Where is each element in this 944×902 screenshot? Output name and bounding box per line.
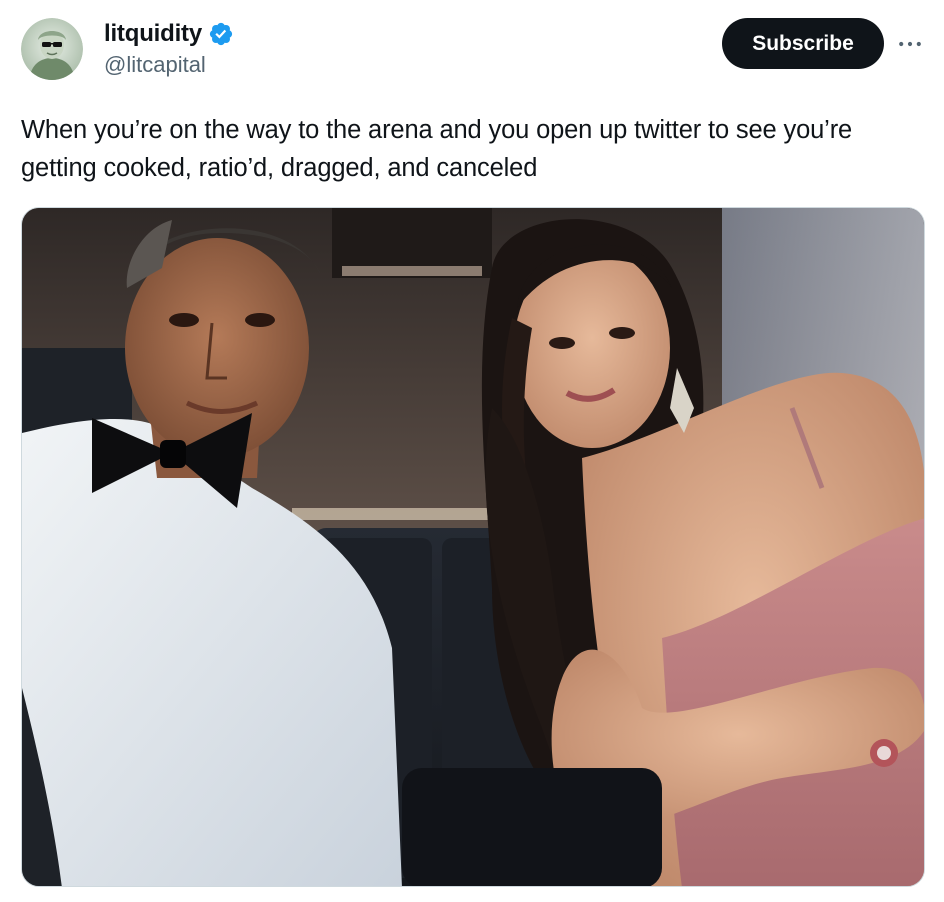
tweet-text: When you’re on the way to the arena and …: [21, 116, 853, 182]
author-display-name[interactable]: litquidity: [104, 20, 202, 48]
author-handle[interactable]: @litcapital: [104, 52, 206, 78]
tweet-media-photo[interactable]: [21, 207, 925, 887]
author-avatar[interactable]: [21, 18, 83, 80]
more-horizontal-icon[interactable]: [895, 30, 925, 58]
car-selfie-photo: [22, 208, 924, 886]
tweet-card: litquidity @litcapital Subscribe When yo…: [0, 0, 944, 902]
author-name-row: litquidity: [104, 18, 234, 50]
avatar-image: [21, 18, 83, 80]
subscribe-button[interactable]: Subscribe: [722, 18, 884, 69]
verified-badge-icon[interactable]: [208, 21, 234, 47]
